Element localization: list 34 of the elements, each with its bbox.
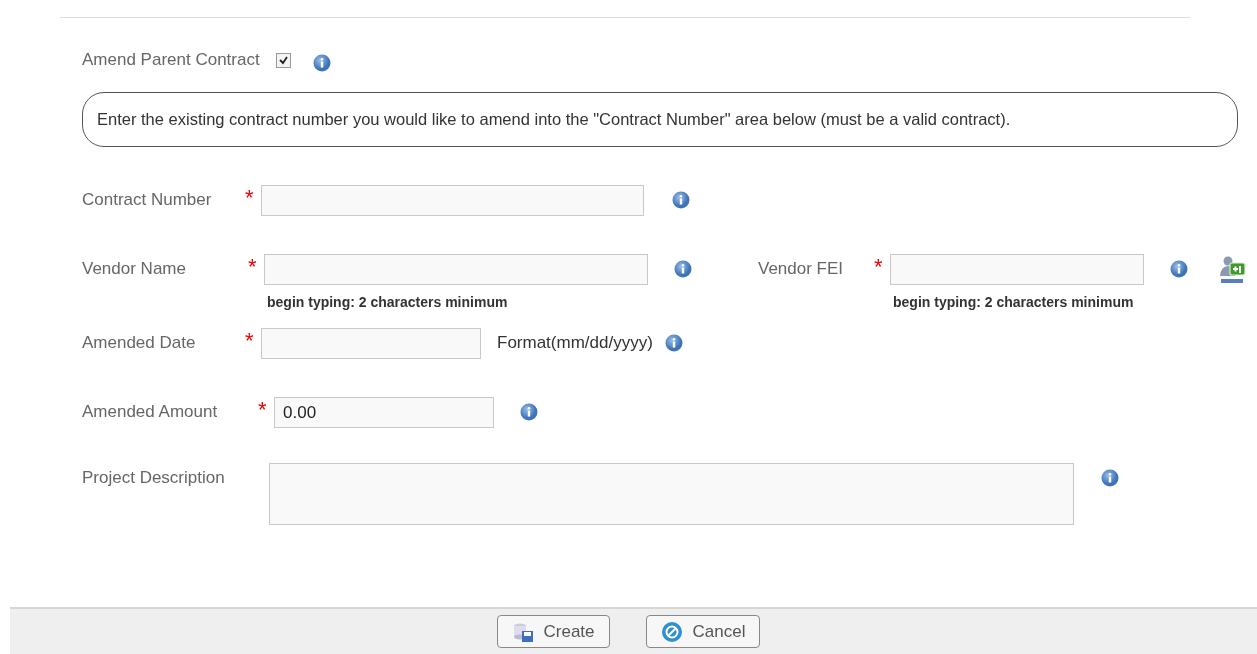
checkbox[interactable] — [275, 52, 291, 68]
input-field[interactable] — [890, 254, 1144, 285]
info-icon[interactable] — [1101, 469, 1119, 487]
info-icon[interactable] — [674, 260, 692, 278]
field-label: Contract Number — [82, 189, 213, 211]
required-asterisk: * — [245, 328, 255, 354]
info-icon[interactable] — [664, 334, 683, 352]
database-save-icon — [511, 621, 534, 642]
required-asterisk: * — [258, 397, 268, 423]
required-asterisk: * — [874, 254, 884, 280]
required-asterisk: * — [245, 185, 255, 211]
info-icon[interactable] — [520, 403, 538, 421]
info-icon[interactable] — [312, 54, 331, 72]
input-field[interactable] — [261, 185, 644, 216]
field-label: Vendor Name — [82, 258, 187, 280]
field-label: Vendor FEI — [758, 258, 845, 280]
hint-text: begin typing: 2 characters minimum — [893, 293, 1135, 312]
required-asterisk: * — [248, 254, 258, 280]
info-icon[interactable] — [1170, 260, 1188, 278]
format-hint: Format(mm/dd/yyyy) — [497, 332, 653, 354]
input-field[interactable] — [261, 328, 481, 359]
cancel-button[interactable]: Cancel — [645, 615, 761, 648]
field-label: Project Description — [82, 467, 226, 489]
field-label: Amended Date — [82, 332, 197, 354]
notice-text: Enter the existing contract number you would like to amend into the "Contract Number" area below (must be a valid contract). — [82, 92, 1238, 147]
input-field[interactable]: 0.00 — [274, 397, 494, 428]
info-icon[interactable] — [672, 191, 690, 209]
cancel-icon — [660, 620, 683, 643]
checkbox-label: Amend Parent Contract — [82, 49, 260, 72]
input-field[interactable] — [264, 254, 648, 285]
field-label: Amended Amount — [82, 401, 219, 423]
create-button[interactable]: Create — [496, 615, 610, 648]
hint-text: begin typing: 2 characters minimum — [267, 293, 509, 312]
add-person-icon[interactable] — [1217, 254, 1247, 284]
